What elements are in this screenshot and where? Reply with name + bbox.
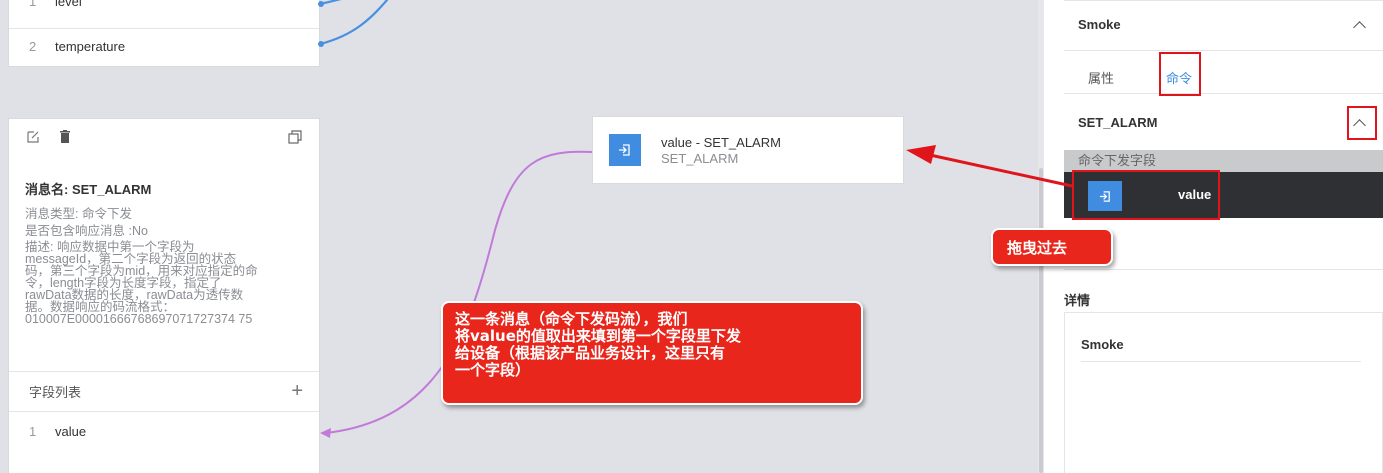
field-index: 2 bbox=[29, 39, 37, 54]
message-type: 消息类型: 命令下发 bbox=[25, 207, 132, 221]
divider bbox=[1064, 0, 1383, 1]
divider bbox=[1081, 361, 1361, 362]
chevron-up-icon[interactable] bbox=[1350, 16, 1368, 34]
field-row[interactable]: 1 level bbox=[9, 0, 319, 19]
command-name: SET_ALARM bbox=[1078, 115, 1158, 130]
details-heading: 详情 bbox=[1064, 293, 1091, 308]
canvas-scrollbar-thumb[interactable] bbox=[1039, 168, 1043, 473]
field-list-label: 字段列表 bbox=[29, 385, 82, 400]
note-line: 给设备（根据该产品业务设计，这里只有 bbox=[455, 344, 726, 362]
note-callout: 这一条消息（命令下发码流），我们 将value的值取出来填到第一个字段里下发 给… bbox=[441, 301, 863, 405]
details-title: Smoke bbox=[1081, 337, 1124, 352]
highlight-collapse-chevron bbox=[1347, 106, 1377, 140]
command-fields-label: 命令下发字段 bbox=[1064, 150, 1383, 172]
note-line: 将value的值取出来填到第一个字段里下发 bbox=[455, 327, 741, 345]
message-name: 消息名: SET_ALARM bbox=[25, 182, 152, 197]
field-name: temperature bbox=[55, 39, 126, 54]
field-row[interactable]: 2 temperature bbox=[9, 28, 319, 64]
note-line: 一个字段） bbox=[455, 361, 531, 379]
expand-window-icon[interactable] bbox=[287, 129, 303, 145]
message-card-top: 1 level 2 temperature bbox=[8, 0, 320, 67]
field-name: level bbox=[55, 0, 82, 9]
message-description: 描述: 响应数据中第一个字段为 messageId，第二个字段为返回的状态 码，… bbox=[9, 239, 319, 326]
delete-icon[interactable] bbox=[57, 129, 73, 145]
highlight-command-tab bbox=[1159, 52, 1201, 96]
value-node-title: value - SET_ALARM bbox=[661, 134, 781, 150]
divider bbox=[1064, 93, 1383, 94]
add-field-icon[interactable]: + bbox=[291, 380, 303, 403]
details-box: Smoke bbox=[1064, 312, 1383, 473]
value-node-subtitle: SET_ALARM bbox=[661, 150, 739, 166]
divider bbox=[1064, 50, 1383, 51]
divider bbox=[1064, 269, 1383, 270]
description-line: 010007E00001666768697071727374 75 bbox=[25, 312, 253, 326]
field-index: 1 bbox=[29, 424, 37, 439]
value-node[interactable]: value - SET_ALARM SET_ALARM bbox=[592, 116, 904, 184]
field-list-header: 字段列表 + bbox=[9, 371, 319, 411]
card-toolbar bbox=[9, 119, 319, 155]
field-row[interactable]: 1 value bbox=[9, 411, 319, 451]
note-line: 这一条消息（命令下发码流），我们 bbox=[455, 310, 688, 328]
drag-hint-callout: 拖曳过去 bbox=[991, 228, 1113, 266]
tab-properties[interactable]: 属性 bbox=[1088, 68, 1114, 87]
highlight-value-field bbox=[1072, 170, 1220, 220]
message-card: 消息名: SET_ALARM 消息类型: 命令下发 是否包含响应消息 :No 描… bbox=[8, 118, 320, 473]
field-name: value bbox=[55, 424, 87, 439]
device-name: Smoke bbox=[1078, 17, 1121, 32]
message-response-flag: 是否包含响应消息 :No bbox=[25, 224, 148, 238]
login-arrow-icon bbox=[609, 134, 641, 166]
edit-icon[interactable] bbox=[25, 129, 41, 145]
field-index: 1 bbox=[29, 0, 37, 9]
